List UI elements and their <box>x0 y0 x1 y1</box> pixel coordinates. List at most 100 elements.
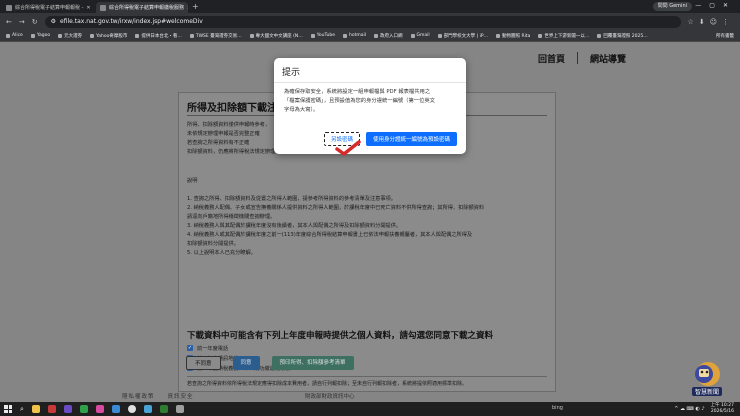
app-icon[interactable] <box>175 405 184 413</box>
tray-icons[interactable]: ^ ☁ ⌨ ◐ ♪ <box>674 406 704 412</box>
bookmark-item[interactable]: 回覆臺灣證照 2025… <box>597 33 648 39</box>
bookmark-item[interactable]: 提供日本台北・看… <box>135 33 182 39</box>
bookmark-favicon-icon <box>135 33 140 38</box>
site-info-icon[interactable]: ⚙ <box>51 18 56 25</box>
bookmark-item[interactable]: Gmail <box>410 33 430 38</box>
browser-tab-2[interactable]: 綜合所得稅電子結算申報繳稅服務 ✕ <box>96 2 188 13</box>
bookmark-item[interactable]: YouTube <box>310 33 336 38</box>
clock[interactable]: 上午 10:27 2026/5/16 <box>711 403 734 415</box>
notes-title: 說明 <box>187 178 198 184</box>
bookmark-label: 動物圖照 Rita <box>502 33 531 39</box>
search-icon[interactable]: ⌕ <box>20 405 24 414</box>
note-line: 5. 以上說明本人已充分瞭解。 <box>187 250 256 256</box>
bookmark-label: 元大證券 <box>64 33 83 39</box>
toolbar-icons[interactable]: ☆⬇☺⋮ <box>688 18 734 26</box>
bookmark-favicon-icon <box>310 33 315 38</box>
app-icon[interactable] <box>79 405 88 413</box>
bookmark-favicon-icon <box>343 33 348 38</box>
bookmark-favicon-icon <box>437 33 442 38</box>
nav-home-link[interactable]: 回首頁 <box>538 52 565 65</box>
forward-icon[interactable]: → <box>19 18 25 26</box>
bookmark-item[interactable]: 元大證券 <box>58 33 82 39</box>
app-icon[interactable] <box>159 405 168 413</box>
bookmark-item[interactable]: 政府入口網 <box>374 33 403 39</box>
bookmark-favicon-icon <box>538 33 543 38</box>
bookmark-label: 部門學校文大學 | iP… <box>443 33 489 39</box>
note-line: 3. 納稅義務人與其配偶於課稅年度沒有後續者，其本人與配偶之所得及扣除額資料分開… <box>187 223 402 229</box>
action-buttons: 不同意 同意 預印所得、扣除額參考清單 <box>186 356 354 370</box>
bookmark-label: 世界上下游新聞一以… <box>544 33 590 39</box>
bookmark-favicon-icon <box>6 33 10 38</box>
note-line: 4. 納稅義務人或其配偶於課稅年度之前一(113)年度綜合所得稅結算申報書上已依… <box>187 232 473 238</box>
bookmark-item[interactable]: Yahoo奇摩股市 <box>90 33 127 39</box>
dialog-line: 字母為大寫）。 <box>284 107 319 113</box>
gemini-button[interactable]: 問問 Gemini <box>652 2 692 11</box>
file-explorer-icon[interactable] <box>31 405 40 413</box>
agree-button[interactable]: 同意 <box>232 356 260 370</box>
app-icon[interactable] <box>111 405 120 413</box>
window-controls[interactable]: —▢✕ <box>695 2 736 9</box>
disagree-button[interactable]: 不同意 <box>186 356 221 370</box>
app-icon[interactable] <box>47 405 56 413</box>
bookmark-item[interactable]: 部門學校文大學 | iP… <box>437 33 489 39</box>
notes-block: 說明 1. 查詢之所得、扣除額資料及從置之所得人範圍，請參考所得資料的參考清單及… <box>187 177 549 258</box>
new-tab-button[interactable]: + <box>192 2 199 13</box>
bookmark-favicon-icon <box>597 33 602 38</box>
bookmark-label: 政府入口網 <box>380 33 403 39</box>
clock-date: 2026/5/16 <box>710 409 734 414</box>
bookmark-label: hotmail <box>349 33 367 38</box>
note-line: 2. 納稅義務人配偶、子女或宣告撫養關係人提供資料之所得人範圍，於課稅年度中已死… <box>187 205 485 211</box>
card-title: 所得及扣除額下載注意 <box>187 103 287 114</box>
tab-label: 綜合所得稅電子結算申報繳稅服務 <box>109 5 185 11</box>
bookmark-label: 專大國文中文講座 (N… <box>255 33 303 39</box>
page-top-nav: 回首頁 網站導覽 <box>538 52 626 65</box>
bookmark-label: 提供日本台北・看… <box>141 33 182 39</box>
back-icon[interactable]: ← <box>6 18 12 26</box>
download-reference-button[interactable]: 預印所得、扣除額參考清單 <box>271 356 354 370</box>
logo-text: 智慧新聞 <box>695 388 719 396</box>
bookmark-favicon-icon <box>189 33 194 38</box>
bookmark-item[interactable]: TWSE 臺灣證券交易… <box>189 33 242 39</box>
note-line: 1. 查詢之所得、扣除額資料及從置之所得人範圍，請參考所得資料的參考清單及注意事… <box>187 196 396 202</box>
consent-title: 下載資料中可能含有下列上年度申報時提供之個人資料，請勾選您同意下載之資料 <box>187 331 494 341</box>
bookmark-label: YouTube <box>316 33 336 38</box>
windows-start-icon[interactable] <box>4 405 12 413</box>
tab-close-icon[interactable]: ✕ <box>187 5 188 11</box>
bookmark-label: Yahoo奇摩股市 <box>96 33 128 39</box>
app-icon[interactable] <box>63 405 72 413</box>
bookmark-favicon-icon <box>496 33 501 38</box>
bookmark-label: TWSE 臺灣證券交易… <box>195 33 242 39</box>
bookmark-favicon-icon <box>30 33 35 38</box>
dialog-body: 為確保存取安全，系統將設定一組申報檔與 PDF 報表檔共用之 「檔案保護密碼」，… <box>284 88 460 115</box>
use-id-as-password-button[interactable]: 使用身分證統一編號為預設密碼 <box>366 132 458 146</box>
tab-favicon-icon <box>6 4 12 11</box>
consent-note: 若查詢之所得資料依所得稅法規定應得扣除成本費用者，請自行列報扣除；至未自行列報扣… <box>187 381 468 387</box>
browser-tab-1[interactable]: 綜合所得稅電子結算申報報稅 - ✕ <box>2 2 94 13</box>
bookmark-item[interactable]: Alice <box>6 33 23 38</box>
bookmark-item[interactable]: 動物圖照 Rita <box>496 33 530 39</box>
tab-label: 綜合所得稅電子結算申報報稅 - <box>15 5 84 11</box>
channel-logo-icon: 智慧新聞 <box>692 362 722 396</box>
bookmark-item[interactable]: Yagoo <box>30 33 50 38</box>
taskbar-search-text[interactable]: bing <box>552 405 563 411</box>
app-icon[interactable] <box>143 405 152 413</box>
app-icon[interactable] <box>95 405 104 413</box>
consent-item[interactable]: ✓ 前一年度電話 <box>187 343 290 353</box>
bookmark-label: Alice <box>12 33 23 38</box>
all-bookmarks-button[interactable]: 所有書籤 <box>716 33 734 39</box>
system-tray: ^ ☁ ⌨ ◐ ♪ 上午 10:27 2026/5/16 <box>674 403 734 415</box>
footer-links[interactable]: 隱私權政策 資訊安全 <box>122 392 194 400</box>
url-bar[interactable]: ⚙ efile.tax.nat.gov.tw/irxw/index.jsp#we… <box>44 15 681 28</box>
bookmark-item[interactable]: 世界上下游新聞一以… <box>538 33 589 39</box>
tab-favicon-icon <box>100 4 106 11</box>
chrome-icon[interactable] <box>127 405 136 413</box>
reload-icon[interactable]: ↻ <box>32 18 38 26</box>
nav-sitemap-link[interactable]: 網站導覽 <box>590 52 626 65</box>
section-divider <box>187 376 547 377</box>
red-checkmark-icon <box>335 140 361 156</box>
tab-close-icon[interactable]: ✕ <box>86 5 90 11</box>
bookmark-item[interactable]: hotmail <box>343 33 366 38</box>
bookmark-label: 回覆臺灣證照 2025… <box>603 33 648 39</box>
bookmark-item[interactable]: 專大國文中文講座 (N… <box>249 33 303 39</box>
checkbox-checked-icon[interactable]: ✓ <box>187 345 193 351</box>
